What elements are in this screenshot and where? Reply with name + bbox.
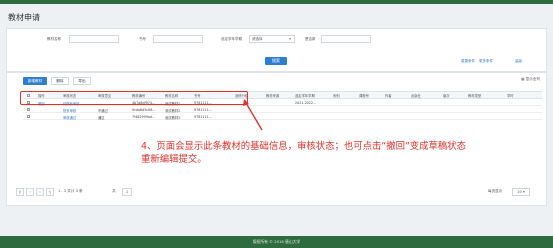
annotation-text: 4、页面会显示此条教材的基础信息，审核状态；也可点击“撤回”变成草稿状态 重新编… [141, 140, 511, 166]
annotation-line-1: 4、页面会显示此条教材的基础信息，审核状态；也可点击“撤回”变成草稿状态 [141, 141, 467, 152]
annotation-arrow [243, 99, 263, 131]
chevron-down-icon: ▾ [522, 190, 525, 194]
footer: 版权所有 © 2018 唐山大学 [0, 236, 553, 248]
page-size-label: 每页显示 [488, 189, 503, 193]
next-page-button[interactable]: › [36, 188, 44, 196]
pagination: |‹ ‹ › ›| 1 - 3 共计 3 条 共 1 每页显示 10 ▾ [16, 188, 535, 197]
page-size-select[interactable]: 10 ▾ [512, 188, 530, 196]
first-page-button[interactable]: |‹ [16, 188, 24, 196]
annotation-line-2: 重新编辑提交。 [141, 154, 207, 165]
page-size-value: 10 [517, 190, 522, 194]
prev-page-button[interactable]: ‹ [26, 188, 34, 196]
last-page-button[interactable]: ›| [46, 188, 54, 196]
total-pages-label: 共 [112, 189, 116, 193]
page-range: 1 - 3 共计 3 条 [58, 189, 83, 193]
current-page-input[interactable]: 1 [122, 188, 132, 196]
